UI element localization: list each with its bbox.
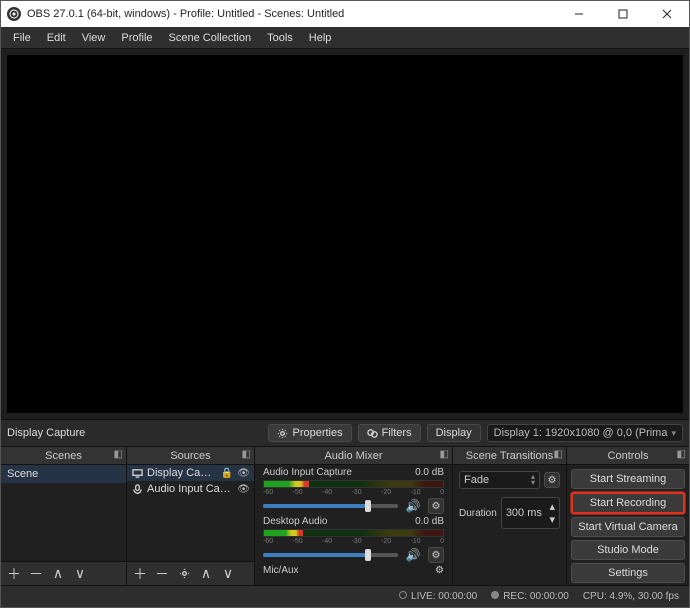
- transitions-body: Fade ▴▾ ⚙ Duration 300 ms ▴▾: [453, 465, 566, 585]
- channel-settings-button[interactable]: ⚙: [428, 547, 444, 563]
- close-button[interactable]: [645, 1, 689, 27]
- gear-icon: [277, 428, 288, 439]
- menu-profile[interactable]: Profile: [113, 32, 160, 44]
- menu-bar: File Edit View Profile Scene Collection …: [1, 27, 689, 49]
- minimize-button[interactable]: [557, 1, 601, 27]
- mixer-channel: Audio Input Capture0.0 dB -60-50-40-30-2…: [255, 465, 452, 514]
- audio-mixer-panel: Audio Mixer ◧ Audio Input Capture0.0 dB …: [255, 447, 453, 585]
- title-bar[interactable]: OBS 27.0.1 (64-bit, windows) - Profile: …: [1, 1, 689, 27]
- sources-panel: Sources ◧ Display Capture 🔒 👁 Audio Inpu…: [127, 447, 255, 585]
- mixer-body: Audio Input Capture0.0 dB -60-50-40-30-2…: [255, 465, 452, 585]
- source-item[interactable]: Audio Input Captu. 👁: [127, 481, 254, 497]
- source-props-button[interactable]: [177, 566, 191, 582]
- active-source-label: Display Capture: [7, 427, 85, 439]
- menu-view[interactable]: View: [74, 32, 114, 44]
- docks-row: Scenes ◧ Scene ＋ － ∧ ∨ Sources ◧ D: [1, 447, 689, 585]
- obs-logo-icon: [7, 7, 21, 21]
- remove-source-button[interactable]: －: [155, 564, 169, 584]
- filters-button[interactable]: Filters: [358, 424, 421, 442]
- app-window: OBS 27.0.1 (64-bit, windows) - Profile: …: [0, 0, 690, 608]
- speaker-icon[interactable]: 🔊: [404, 499, 422, 513]
- sources-footer: ＋ － ∧ ∨: [127, 561, 254, 585]
- controls-panel: Controls ◧ Start Streaming Start Recordi…: [567, 447, 689, 585]
- duration-input[interactable]: 300 ms ▴▾: [501, 497, 560, 529]
- stepper-icon: ▴▾: [549, 500, 555, 526]
- mic-icon: [131, 483, 143, 495]
- lock-icon[interactable]: 🔒: [221, 468, 233, 479]
- status-bar: LIVE: 00:00:00 REC: 00:00:00 CPU: 4.9%, …: [1, 585, 689, 607]
- popout-icon[interactable]: ◧: [554, 449, 563, 460]
- preview-area: [1, 49, 689, 419]
- rec-status: REC: 00:00:00: [491, 591, 569, 602]
- scenes-panel: Scenes ◧ Scene ＋ － ∧ ∨: [1, 447, 127, 585]
- add-scene-button[interactable]: ＋: [7, 564, 21, 584]
- menu-edit[interactable]: Edit: [39, 32, 74, 44]
- menu-scene-collection[interactable]: Scene Collection: [161, 32, 260, 44]
- popout-icon[interactable]: ◧: [242, 449, 251, 460]
- transition-settings-button[interactable]: ⚙: [544, 472, 560, 488]
- mixer-channel: Mic/Aux ⚙: [255, 563, 452, 576]
- start-virtual-camera-button[interactable]: Start Virtual Camera: [571, 517, 685, 537]
- chevron-down-icon: ▾: [671, 428, 676, 439]
- sources-header[interactable]: Sources ◧: [127, 447, 254, 465]
- preview-canvas[interactable]: [7, 55, 683, 413]
- meter-ticks: -60-50-40-30-20-100: [263, 538, 444, 545]
- live-status: LIVE: 00:00:00: [399, 591, 477, 602]
- add-source-button[interactable]: ＋: [133, 564, 147, 584]
- scene-up-button[interactable]: ∧: [51, 565, 65, 582]
- volume-slider[interactable]: [263, 504, 398, 508]
- meter-ticks: -60-50-40-30-20-100: [263, 489, 444, 496]
- eye-icon[interactable]: 👁: [237, 484, 250, 495]
- transitions-panel: Scene Transitions ◧ Fade ▴▾ ⚙ Duration 3…: [453, 447, 567, 585]
- window-title: OBS 27.0.1 (64-bit, windows) - Profile: …: [27, 8, 557, 20]
- channel-settings-button[interactable]: ⚙: [428, 498, 444, 514]
- menu-help[interactable]: Help: [301, 32, 340, 44]
- channel-settings-button[interactable]: ⚙: [435, 565, 444, 576]
- start-streaming-button[interactable]: Start Streaming: [571, 469, 685, 489]
- audio-meter: [263, 529, 444, 537]
- scene-item[interactable]: Scene: [1, 465, 126, 483]
- scenes-header[interactable]: Scenes ◧: [1, 447, 126, 465]
- controls-header[interactable]: Controls ◧: [567, 447, 689, 465]
- monitor-icon: [131, 467, 143, 479]
- stepper-icon: ▴▾: [531, 474, 535, 486]
- eye-icon[interactable]: 👁: [237, 468, 250, 479]
- audio-meter: [263, 480, 444, 488]
- filters-icon: [367, 428, 378, 439]
- scene-down-button[interactable]: ∨: [73, 565, 87, 582]
- scenes-footer: ＋ － ∧ ∨: [1, 561, 126, 585]
- settings-button[interactable]: Settings: [571, 563, 685, 583]
- mixer-channel: Desktop Audio0.0 dB -60-50-40-30-20-100 …: [255, 514, 452, 563]
- start-recording-button[interactable]: Start Recording: [571, 492, 685, 514]
- duration-label: Duration: [459, 508, 497, 519]
- menu-file[interactable]: File: [5, 32, 39, 44]
- transitions-header[interactable]: Scene Transitions ◧: [453, 447, 566, 465]
- source-up-button[interactable]: ∧: [199, 565, 213, 582]
- volume-slider[interactable]: [263, 553, 398, 557]
- speaker-icon[interactable]: 🔊: [404, 548, 422, 562]
- properties-button[interactable]: Properties: [268, 424, 351, 442]
- sources-list[interactable]: Display Capture 🔒 👁 Audio Input Captu. 👁: [127, 465, 254, 561]
- preview-toolbar: Display Capture Properties Filters Displ…: [1, 419, 689, 447]
- rec-dot-icon: [491, 591, 499, 599]
- popout-icon[interactable]: ◧: [440, 449, 449, 460]
- display-label: Display: [427, 424, 481, 442]
- live-dot-icon: [399, 591, 407, 599]
- maximize-button[interactable]: [601, 1, 645, 27]
- cpu-status: CPU: 4.9%, 30.00 fps: [583, 591, 679, 602]
- remove-scene-button[interactable]: －: [29, 564, 43, 584]
- studio-mode-button[interactable]: Studio Mode: [571, 540, 685, 560]
- menu-tools[interactable]: Tools: [259, 32, 301, 44]
- transition-select[interactable]: Fade ▴▾: [459, 471, 540, 489]
- scenes-list[interactable]: Scene: [1, 465, 126, 561]
- controls-list: Start Streaming Start Recording Start Vi…: [567, 465, 689, 585]
- source-down-button[interactable]: ∨: [221, 565, 235, 582]
- popout-icon[interactable]: ◧: [114, 449, 123, 460]
- mixer-header[interactable]: Audio Mixer ◧: [255, 447, 452, 465]
- popout-icon[interactable]: ◧: [677, 449, 686, 460]
- display-select[interactable]: Display 1: 1920x1080 @ 0,0 (Prima ▾: [487, 424, 683, 442]
- source-item[interactable]: Display Capture 🔒 👁: [127, 465, 254, 481]
